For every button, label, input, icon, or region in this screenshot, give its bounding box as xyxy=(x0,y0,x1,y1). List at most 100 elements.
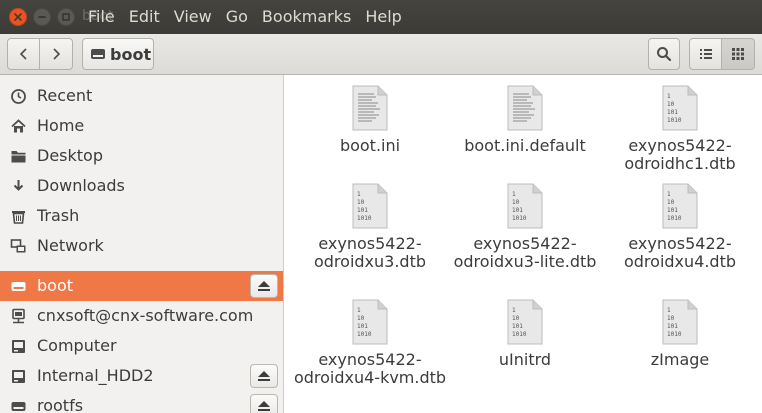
binary-file-icon: 1 10 101 1010 xyxy=(352,183,388,229)
text-file-icon xyxy=(352,85,388,131)
drive-icon xyxy=(11,282,26,291)
binary-file-icon: 1 10 101 1010 xyxy=(352,299,388,345)
binary-file-icon: 1 10 101 1010 xyxy=(507,299,543,345)
binary-icon-text: 1 10 101 1010 xyxy=(667,93,682,124)
places-sidebar: Recent Home Desktop Downloads Trash Netw… xyxy=(0,75,284,413)
search-icon xyxy=(657,47,672,62)
file-name: boot.ini.default xyxy=(464,136,586,155)
binary-icon-text: 1 10 101 1010 xyxy=(667,191,682,222)
binary-icon-text: 1 10 101 1010 xyxy=(357,191,372,222)
file-name: exynos5422-odroidxu4-kvm.dtb xyxy=(293,350,447,387)
download-icon xyxy=(13,180,24,191)
eject-boot-button[interactable] xyxy=(250,274,278,298)
sidebar-item-internal-hdd2[interactable]: Internal_HDD2 xyxy=(0,361,283,391)
binary-file-icon: 1 10 101 1010 xyxy=(662,85,698,131)
path-bar-boot-button[interactable]: boot xyxy=(82,38,154,70)
folder-icon xyxy=(11,151,26,163)
list-view-button[interactable] xyxy=(689,38,722,70)
drive-icon xyxy=(11,402,26,411)
close-window-button[interactable] xyxy=(9,8,27,26)
sidebar-item-label: Home xyxy=(37,116,85,135)
sidebar-item-boot[interactable]: boot xyxy=(0,271,283,301)
chevron-right-icon xyxy=(53,48,61,60)
minimize-window-button[interactable] xyxy=(33,8,51,26)
sidebar-item-label: Computer xyxy=(37,336,117,355)
sidebar-item-label: Trash xyxy=(37,206,80,225)
file-item-odroidxu4-dtb[interactable]: 1 10 101 1010 exynos5422-odroidxu4.dtb xyxy=(600,183,760,271)
binary-file-icon: 1 10 101 1010 xyxy=(662,183,698,229)
binary-icon-text: 1 10 101 1010 xyxy=(357,307,372,338)
grid-view-icon xyxy=(732,48,744,60)
forward-button[interactable] xyxy=(40,38,73,70)
file-item-odroidxu4-kvm-dtb[interactable]: 1 10 101 1010 exynos5422-odroidxu4-kvm.d… xyxy=(290,299,450,387)
file-name: uInitrd xyxy=(498,350,552,369)
file-item-odroidhc1-dtb[interactable]: 1 10 101 1010 exynos5422-odroidhc1.dtb xyxy=(600,85,760,173)
file-name: exynos5422-odroidhc1.dtb xyxy=(624,136,736,173)
eject-rootfs-button[interactable] xyxy=(250,394,278,413)
sidebar-item-trash[interactable]: Trash xyxy=(0,201,283,231)
sidebar-item-label: Desktop xyxy=(37,146,103,165)
network-icon xyxy=(10,239,26,253)
file-manager-window: boot File Edit View Go Bookmarks Help bo… xyxy=(0,0,762,413)
file-name: exynos5422-odroidxu3.dtb xyxy=(313,234,427,271)
binary-file-icon: 1 10 101 1010 xyxy=(662,299,698,345)
sidebar-item-home[interactable]: Home xyxy=(0,111,283,141)
menu-view[interactable]: View xyxy=(174,7,212,27)
sidebar-item-recent[interactable]: Recent xyxy=(0,81,283,111)
file-item-odroidxu3-dtb[interactable]: 1 10 101 1010 exynos5422-odroidxu3.dtb xyxy=(290,183,450,271)
eject-internal-hdd2-button[interactable] xyxy=(250,364,278,388)
minimize-icon xyxy=(38,16,46,18)
maximize-window-button[interactable] xyxy=(57,8,75,26)
binary-icon-text: 1 10 101 1010 xyxy=(512,307,527,338)
sidebar-item-label: Internal_HDD2 xyxy=(37,366,154,385)
sidebar-item-label: cnxsoft@cnx-software.com xyxy=(37,306,254,325)
sidebar-item-rootfs[interactable]: rootfs xyxy=(0,391,283,413)
trash-icon xyxy=(12,211,25,224)
sidebar-item-network[interactable]: Network xyxy=(0,231,283,261)
file-name: exynos5422-odroidxu3-lite.dtb xyxy=(453,234,597,271)
file-name: exynos5422-odroidxu4.dtb xyxy=(623,234,737,271)
close-icon xyxy=(14,13,22,21)
file-item-zimage[interactable]: 1 10 101 1010 zImage xyxy=(600,299,760,369)
sidebar-item-label: Downloads xyxy=(37,176,125,195)
back-button[interactable] xyxy=(7,38,40,70)
clock-icon xyxy=(11,89,26,104)
toolbar: boot xyxy=(0,34,762,75)
binary-icon-text: 1 10 101 1010 xyxy=(512,191,527,222)
menu-bookmarks[interactable]: Bookmarks xyxy=(262,7,351,27)
binary-icon-text: 1 10 101 1010 xyxy=(667,307,682,338)
home-icon xyxy=(11,119,26,133)
menu-file[interactable]: File xyxy=(88,7,115,27)
path-bar-label: boot xyxy=(110,44,152,64)
menu-help[interactable]: Help xyxy=(365,7,401,27)
file-item-uinitrd[interactable]: 1 10 101 1010 uInitrd xyxy=(445,299,605,369)
grid-view-button[interactable] xyxy=(722,38,755,70)
sidebar-item-downloads[interactable]: Downloads xyxy=(0,171,283,201)
menu-bar: File Edit View Go Bookmarks Help xyxy=(88,7,402,27)
drive-icon xyxy=(12,370,25,383)
file-name: boot.ini xyxy=(339,136,401,155)
file-name: zImage xyxy=(650,350,710,369)
sidebar-item-computer[interactable]: Computer xyxy=(0,331,283,361)
search-button[interactable] xyxy=(648,38,680,70)
sidebar-item-desktop[interactable]: Desktop xyxy=(0,141,283,171)
drive-icon xyxy=(91,49,105,59)
file-icon-view: boot.ini boot.ini.default 1 10 101 1010 xyxy=(285,75,762,413)
list-view-icon xyxy=(699,49,712,59)
binary-file-icon: 1 10 101 1010 xyxy=(507,183,543,229)
eject-icon xyxy=(258,281,270,291)
eject-icon xyxy=(258,371,270,381)
file-item-boot-ini-default[interactable]: boot.ini.default xyxy=(445,85,605,155)
remote-drive-icon xyxy=(12,308,25,324)
sidebar-item-cnxsoft-remote[interactable]: cnxsoft@cnx-software.com xyxy=(0,301,283,331)
menu-go[interactable]: Go xyxy=(226,7,248,27)
computer-icon xyxy=(12,340,25,353)
text-file-icon xyxy=(507,85,543,131)
maximize-icon xyxy=(62,13,70,21)
title-bar: boot File Edit View Go Bookmarks Help xyxy=(0,0,762,34)
chevron-left-icon xyxy=(19,48,27,60)
sidebar-item-label: boot xyxy=(37,276,74,295)
file-item-boot-ini[interactable]: boot.ini xyxy=(290,85,450,155)
file-item-odroidxu3-lite-dtb[interactable]: 1 10 101 1010 exynos5422-odroidxu3-lite.… xyxy=(445,183,605,271)
menu-edit[interactable]: Edit xyxy=(129,7,160,27)
